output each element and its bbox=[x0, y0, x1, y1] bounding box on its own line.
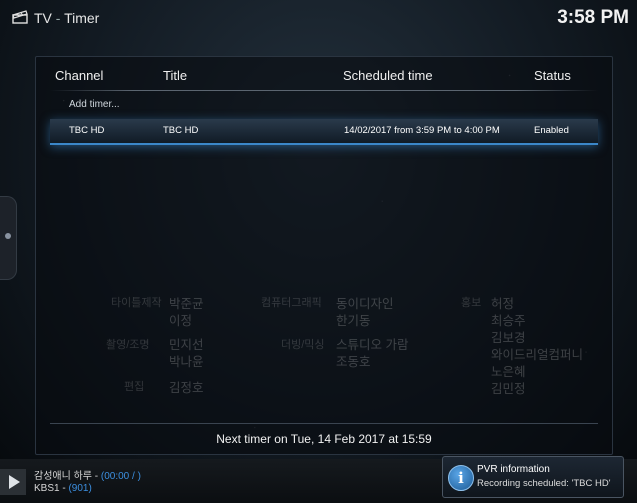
credit-name: 김정호 bbox=[169, 381, 204, 395]
timer-scheduled-time: 14/02/2017 from 3:59 PM to 4:00 PM bbox=[344, 125, 500, 136]
credit-name: 조동호 bbox=[336, 355, 371, 369]
app-title: TV bbox=[34, 10, 52, 26]
credit-name: 허정 bbox=[491, 297, 515, 311]
credit-role: 촬영/조명 bbox=[106, 339, 150, 351]
add-timer-label: Add timer... bbox=[69, 99, 120, 110]
credit-role: 홍보 bbox=[461, 297, 482, 309]
credit-name: 스튜디오 가람 bbox=[336, 338, 409, 352]
column-header-status[interactable]: Status bbox=[534, 68, 571, 83]
notification-message: Recording scheduled: 'TBC HD' bbox=[477, 478, 611, 489]
credit-name: 와이드리얼컴퍼니 bbox=[491, 348, 584, 362]
kodi-screen: TV - Timer 3:58 PM 타이틀제작 박준균 이정 컴퓨터그래픽 동… bbox=[0, 0, 637, 503]
window-title: TV - Timer bbox=[34, 10, 99, 26]
handle-dot-icon bbox=[5, 233, 11, 239]
channel-number: (901) bbox=[68, 483, 92, 494]
side-menu-handle[interactable] bbox=[0, 196, 17, 280]
header-divider bbox=[50, 90, 598, 91]
play-button[interactable] bbox=[0, 469, 26, 495]
credit-name: 박준균 bbox=[169, 297, 204, 311]
program-time: (00:00 / ) bbox=[100, 471, 141, 482]
credit-name: 민지선 bbox=[169, 338, 204, 352]
credit-role: 타이틀제작 bbox=[111, 297, 162, 309]
notification-title: PVR information bbox=[477, 464, 550, 475]
credit-name: 김보경 bbox=[491, 331, 526, 345]
header: TV - Timer 3:58 PM bbox=[0, 0, 637, 40]
page-title: Timer bbox=[64, 10, 100, 26]
now-playing-program: 감성애니 하루 - (00:00 / ) bbox=[34, 467, 141, 482]
credit-name: 최승주 bbox=[491, 314, 526, 328]
timer-channel: TBC HD bbox=[69, 125, 105, 136]
credit-role: 편집 bbox=[124, 381, 145, 393]
channel-name: KBS1 - bbox=[34, 483, 66, 494]
timer-title: TBC HD bbox=[163, 125, 199, 136]
program-title: 감성애니 하루 - bbox=[34, 471, 99, 482]
column-header-scheduled-time[interactable]: Scheduled time bbox=[343, 68, 433, 83]
notification-toast[interactable]: PVR information Recording scheduled: 'TB… bbox=[442, 456, 624, 498]
credit-name: 동이디자인 bbox=[336, 297, 394, 311]
credit-name: 한기동 bbox=[336, 314, 371, 328]
credit-role: 더빙/믹싱 bbox=[281, 339, 325, 351]
credit-role: 컴퓨터그래픽 bbox=[261, 297, 322, 309]
timer-row[interactable]: TBC HD TBC HD 14/02/2017 from 3:59 PM to… bbox=[50, 119, 598, 145]
clapperboard-icon bbox=[12, 10, 28, 24]
credit-name: 박나윤 bbox=[169, 355, 204, 369]
credit-name: 이정 bbox=[169, 314, 193, 328]
footer-divider bbox=[50, 423, 598, 424]
column-header-title[interactable]: Title bbox=[163, 68, 187, 83]
credit-name: 김민정 bbox=[491, 382, 526, 396]
play-icon bbox=[9, 475, 20, 489]
info-icon bbox=[448, 465, 474, 491]
timer-panel: 타이틀제작 박준균 이정 컴퓨터그래픽 동이디자인 한기동 홍보 허정 최승주 … bbox=[35, 56, 613, 455]
next-timer-info: Next timer on Tue, 14 Feb 2017 at 15:59 bbox=[216, 432, 432, 446]
credit-name: 노은혜 bbox=[491, 365, 526, 379]
title-separator: - bbox=[55, 10, 61, 26]
now-playing-channel: KBS1 - (901) bbox=[34, 483, 92, 494]
clock: 3:58 PM bbox=[557, 7, 629, 28]
column-header-channel[interactable]: Channel bbox=[55, 68, 103, 83]
add-timer-item[interactable]: Add timer... bbox=[50, 95, 598, 117]
timer-status: Enabled bbox=[534, 125, 569, 136]
